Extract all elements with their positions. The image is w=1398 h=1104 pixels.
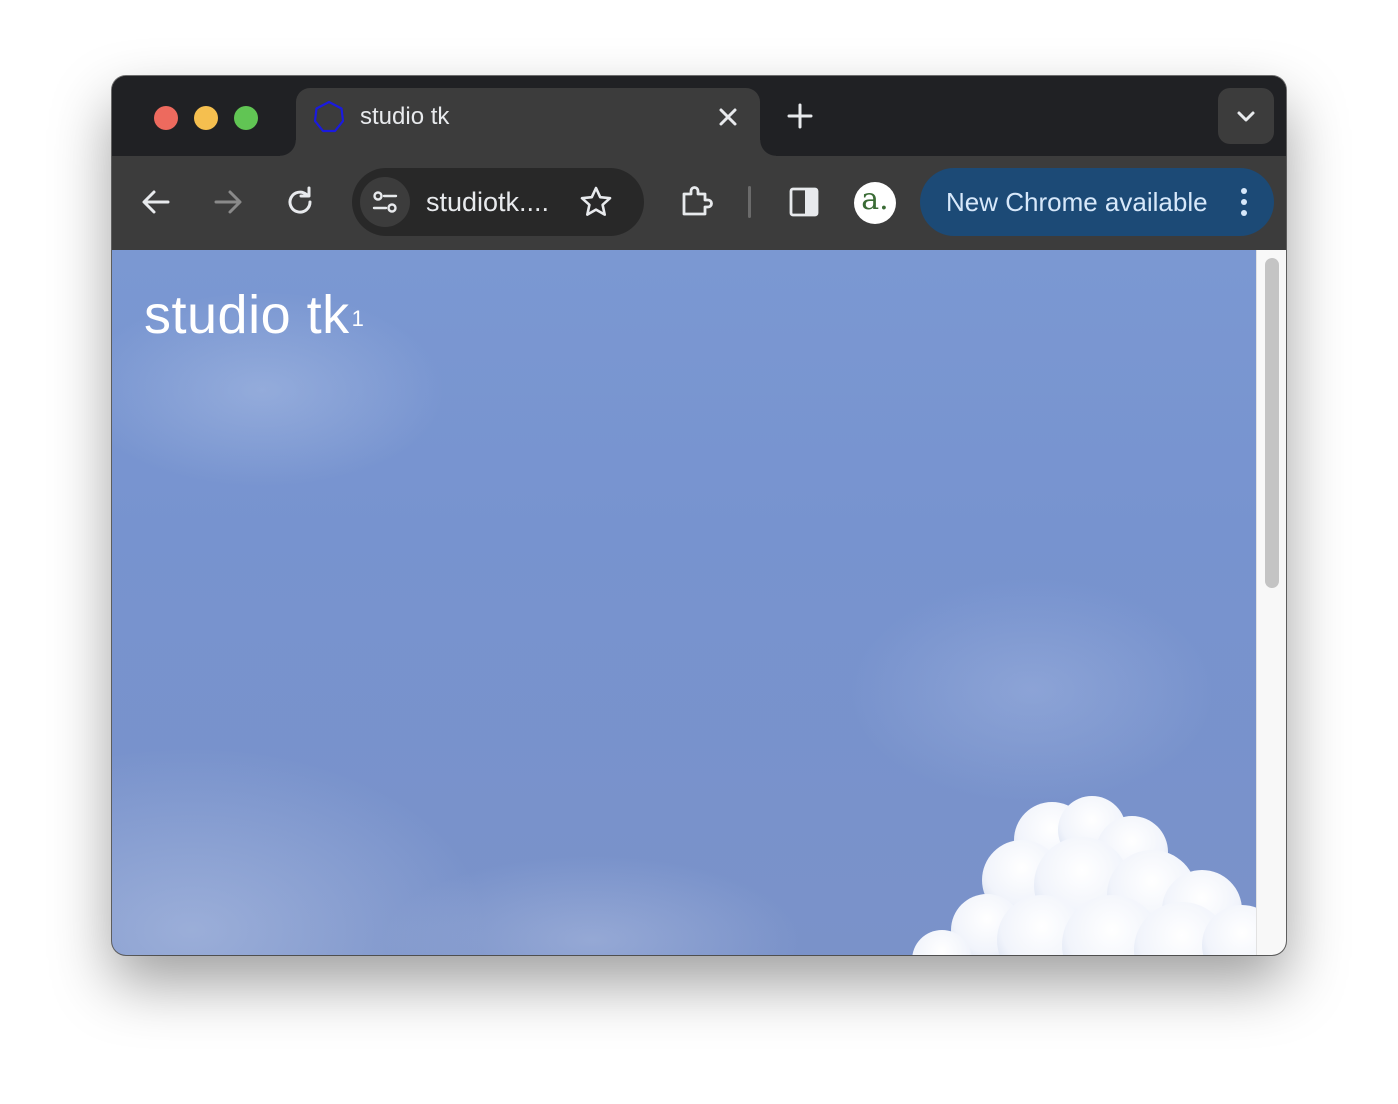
tab-studio-tk[interactable]: studio tk [280, 88, 776, 156]
scrollbar-thumb[interactable] [1265, 258, 1279, 588]
back-arrow-icon[interactable] [138, 184, 174, 220]
maximize-window-button[interactable] [234, 106, 258, 130]
url-text[interactable]: studiotk.... [426, 186, 549, 218]
new-chrome-available-button[interactable]: New Chrome available [920, 168, 1274, 236]
sky-background-image: studio tk1 [112, 250, 1262, 955]
update-label: New Chrome available [946, 187, 1208, 217]
profile-avatar[interactable]: a. [854, 182, 896, 224]
reload-icon[interactable] [282, 184, 318, 220]
three-dots-menu-icon[interactable] [1226, 184, 1262, 220]
site-title-text: studio tk [144, 285, 350, 345]
page-content: studio tk1 [112, 250, 1286, 955]
bookmark-star-icon[interactable] [578, 184, 614, 220]
toolbar-separator [748, 186, 751, 218]
tab-search-button[interactable] [1218, 88, 1274, 144]
toolbar: studiotk.... a. New Chrome available [112, 156, 1286, 250]
vertical-scrollbar[interactable] [1256, 250, 1286, 955]
new-tab-plus-icon[interactable] [784, 100, 816, 132]
close-icon[interactable] [714, 103, 742, 131]
cumulus-cloud-image [912, 796, 1262, 955]
extensions-puzzle-icon[interactable] [678, 184, 714, 220]
address-bar[interactable]: studiotk.... [352, 168, 644, 236]
tune-sliders-icon [372, 191, 398, 213]
site-title[interactable]: studio tk1 [144, 284, 365, 346]
forward-arrow-icon[interactable] [210, 184, 246, 220]
site-info-button[interactable] [360, 177, 410, 227]
tab-title: studio tk [360, 103, 450, 130]
browser-window: studio tk studiotk.... a. New Chrome ava… [112, 76, 1286, 955]
chevron-down-icon [1237, 111, 1255, 122]
tab-strip: studio tk [112, 76, 1286, 156]
side-panel-icon[interactable] [786, 184, 822, 220]
close-window-button[interactable] [154, 106, 178, 130]
profile-avatar-letter: a. [861, 182, 889, 217]
site-title-superscript: 1 [351, 306, 365, 331]
hexagon-favicon-icon [313, 100, 345, 133]
minimize-window-button[interactable] [194, 106, 218, 130]
